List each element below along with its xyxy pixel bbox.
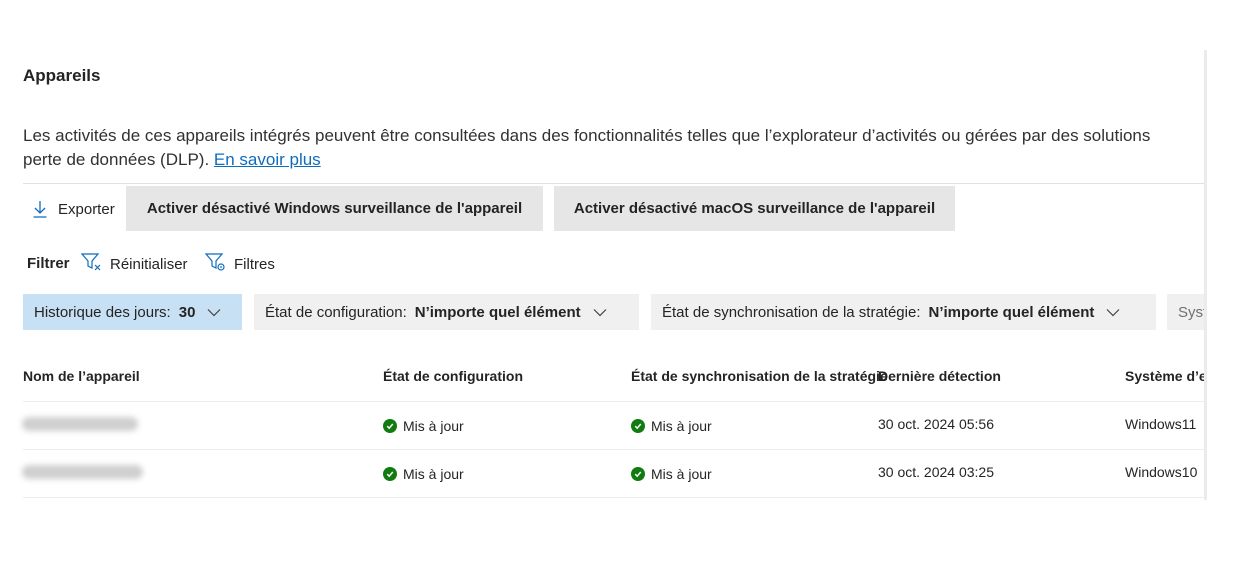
enable-macos-monitoring-button[interactable]: Activer désactivé macOS surveillance de … <box>554 186 955 231</box>
os-cell: Windows11 <box>1125 416 1197 432</box>
panel-edge-divider <box>1204 50 1207 500</box>
os-filter[interactable]: Syst <box>1167 294 1204 330</box>
reset-filters-button[interactable]: Réinitialiser <box>80 252 188 276</box>
policy-sync-filter-label: État de synchronisation de la stratégie: <box>662 303 921 321</box>
checkmark-icon <box>383 419 397 433</box>
filter-clear-icon <box>80 252 102 276</box>
filter-settings-icon <box>204 252 226 276</box>
last-seen-cell: 30 oct. 2024 03:25 <box>878 464 994 480</box>
os-cell: Windows10 <box>1125 464 1198 480</box>
policy-sync-text: Mis à jour <box>651 466 712 482</box>
page-description: Les activités de ces appareils intégrés … <box>23 124 1204 172</box>
os-filter-label: Syst <box>1178 303 1204 321</box>
checkmark-icon <box>383 467 397 481</box>
description-line2: perte de données (DLP). <box>23 150 210 169</box>
days-history-filter[interactable]: Historique des jours: 30 <box>23 294 242 330</box>
days-history-label: Historique des jours: <box>34 303 171 321</box>
config-state-filter-label: État de configuration: <box>265 303 407 321</box>
config-state-cell: Mis à jour <box>383 418 464 434</box>
policy-sync-filter-value: N’importe quel élément <box>928 303 1095 321</box>
description-line1: Les activités de ces appareils intégrés … <box>23 126 1151 145</box>
filters-button[interactable]: Filtres <box>204 252 275 276</box>
checkmark-icon <box>631 419 645 433</box>
enable-windows-monitoring-button[interactable]: Activer désactivé Windows surveillance d… <box>126 186 543 231</box>
row-divider <box>23 497 1204 498</box>
column-device-name[interactable]: Nom de l’appareil <box>23 368 140 384</box>
page-title: Appareils <box>23 66 101 85</box>
column-last-seen[interactable]: Dernière détection <box>878 368 1001 384</box>
filter-label: Filtrer <box>27 255 70 272</box>
toolbar-divider <box>23 183 1204 184</box>
download-icon <box>32 200 48 218</box>
policy-sync-text: Mis à jour <box>651 418 712 434</box>
config-state-filter-value: N’importe quel élément <box>414 303 581 321</box>
filters-label: Filtres <box>234 255 275 273</box>
devices-panel: Appareils Les activités de ces appareils… <box>0 0 1204 576</box>
chevron-down-icon <box>593 304 607 321</box>
reset-label: Réinitialiser <box>110 255 188 273</box>
config-state-text: Mis à jour <box>403 466 464 482</box>
row-divider <box>23 449 1204 450</box>
last-seen-cell: 30 oct. 2024 05:56 <box>878 416 994 432</box>
chevron-down-icon <box>207 304 221 321</box>
column-policy-sync[interactable]: État de synchronisation de la stratégie <box>631 368 888 384</box>
checkmark-icon <box>631 467 645 481</box>
header-divider <box>23 401 1204 402</box>
days-history-value: 30 <box>178 303 196 321</box>
column-os[interactable]: Système d’ex <box>1125 368 1204 384</box>
export-label: Exporter <box>58 200 115 218</box>
chevron-down-icon <box>1106 304 1120 321</box>
policy-sync-cell: Mis à jour <box>631 466 712 482</box>
device-name-redacted <box>22 465 143 479</box>
column-config-state[interactable]: État de configuration <box>383 368 523 384</box>
learn-more-link[interactable]: En savoir plus <box>214 150 321 169</box>
export-button[interactable]: Exporter <box>32 197 115 221</box>
config-state-cell: Mis à jour <box>383 466 464 482</box>
description-line2-wrap: perte de données (DLP). En savoir plus <box>23 148 1204 172</box>
device-name-redacted <box>22 417 138 431</box>
policy-sync-filter[interactable]: État de synchronisation de la stratégie:… <box>651 294 1156 330</box>
policy-sync-cell: Mis à jour <box>631 418 712 434</box>
config-state-filter[interactable]: État de configuration: N’importe quel él… <box>254 294 639 330</box>
config-state-text: Mis à jour <box>403 418 464 434</box>
